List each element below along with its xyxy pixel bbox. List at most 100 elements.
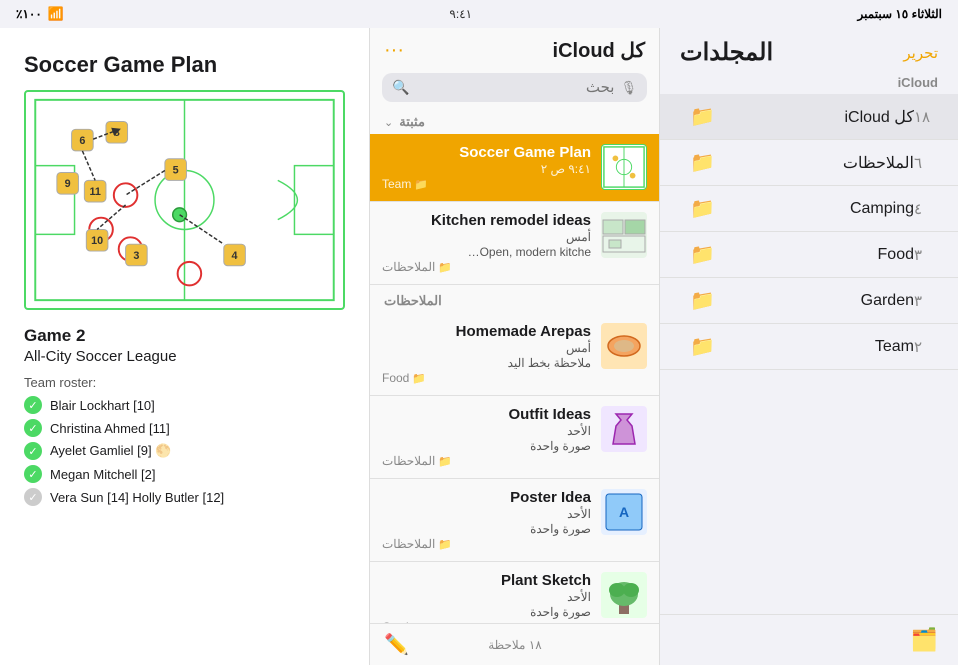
- note-thumb-soccer: [601, 144, 647, 190]
- folder-item-garden[interactable]: ٣ Garden 📁: [660, 278, 958, 324]
- note-item-folder-arepas: 📁 Food: [382, 371, 591, 385]
- note-thumb-poster: A: [601, 489, 647, 535]
- note-item-date-poster: الأحد: [382, 507, 591, 521]
- note-item-date-kitchen: أمس: [382, 230, 591, 244]
- pinned-section-header: مثبتة ⌄: [370, 110, 659, 134]
- note-item-arepas[interactable]: Homemade Arepas أمس ملاحظة بخط اليد 📁 Fo…: [370, 313, 659, 396]
- icloud-section-title: iCloud: [660, 73, 958, 94]
- battery-indicator: ٪۱۰۰: [16, 7, 42, 21]
- folder-name-camping: Camping: [715, 200, 914, 218]
- note-item-preview-poster: صورة واحدة: [382, 522, 591, 536]
- note-item-content-soccer: Soccer Game Plan ٩:٤١ ص ۲ 📁 Team: [382, 144, 591, 191]
- note-item-title-soccer: Soccer Game Plan: [382, 144, 591, 161]
- app-container: Soccer Game Plan 6 8: [0, 28, 958, 665]
- note-item-title-outfit: Outfit Ideas: [382, 406, 591, 423]
- folder-icon-garden: 📁: [690, 288, 715, 313]
- note-thumb-plant: [601, 572, 647, 618]
- svg-text:3: 3: [133, 250, 139, 262]
- note-league: All-City Soccer League: [24, 348, 345, 365]
- note-item-date-outfit: الأحد: [382, 424, 591, 438]
- status-bar-left: ٪۱۰۰ 📶: [16, 6, 64, 22]
- folder-name-all: كل iCloud: [715, 107, 914, 127]
- folder-icon-outfit: 📁: [438, 455, 452, 468]
- note-item-kitchen[interactable]: Kitchen remodel ideas أمس Open, modern k…: [370, 202, 659, 285]
- folder-icon-all: 📁: [690, 104, 715, 129]
- note-item-preview-plant: صورة واحدة: [382, 605, 591, 619]
- folder-count-team: ٢: [914, 338, 938, 356]
- folder-name-notes: الملاحظات: [715, 153, 914, 173]
- search-input[interactable]: [415, 79, 614, 96]
- note-item-folder-soccer: 📁 Team: [382, 177, 591, 191]
- folder-name-food: Food: [715, 246, 914, 264]
- note-item-content-poster: Poster Idea الأحد صورة واحدة 📁 الملاحظات: [382, 489, 591, 551]
- folder-item-all-icloud[interactable]: ١٨ كل iCloud 📁: [660, 94, 958, 140]
- new-folder-button[interactable]: 🗂️: [911, 627, 938, 653]
- note-panel: Soccer Game Plan 6 8: [0, 28, 370, 665]
- note-item-preview-outfit: صورة واحدة: [382, 439, 591, 453]
- folder-item-camping[interactable]: ٤ Camping 📁: [660, 186, 958, 232]
- player-name-4: Megan Mitchell [2]: [50, 467, 156, 482]
- folder-icon-notes: 📁: [690, 150, 715, 175]
- note-item-content-kitchen: Kitchen remodel ideas أمس Open, modern k…: [382, 212, 591, 274]
- check-icon-2: ✓: [24, 419, 42, 437]
- folder-icon-food: 📁: [690, 242, 715, 267]
- folder-icon-poster: 📁: [438, 538, 452, 551]
- player-name-5: Vera Sun [14] Holly Butler [12]: [50, 490, 224, 505]
- note-item-preview-arepas: ملاحظة بخط اليد: [382, 356, 591, 370]
- wifi-icon: 📶: [48, 6, 64, 22]
- folders-bottom-toolbar: 🗂️: [660, 614, 958, 665]
- svg-text:9: 9: [65, 178, 71, 190]
- folder-item-notes[interactable]: ٦ الملاحظات 📁: [660, 140, 958, 186]
- search-bar[interactable]: 🔍 🎙: [382, 73, 647, 102]
- new-note-button[interactable]: ✏️: [384, 632, 409, 657]
- folder-count-all: ١٨: [914, 108, 938, 126]
- note-item-plant[interactable]: Plant Sketch الأحد صورة واحدة 📁 Garden: [370, 562, 659, 623]
- svg-text:A: A: [619, 504, 629, 520]
- more-icon[interactable]: ···: [384, 39, 404, 62]
- note-item-outfit[interactable]: Outfit Ideas الأحد صورة واحدة 📁 الملاحظا…: [370, 396, 659, 479]
- player-name-1: Blair Lockhart [10]: [50, 398, 155, 413]
- note-item-date-soccer: ٩:٤١ ص ۲: [382, 162, 591, 176]
- roster-item-3: ✓ Ayelet Gamliel [9] 🌕: [24, 442, 345, 460]
- status-bar-time: ٩:٤١: [449, 7, 472, 21]
- check-icon-1: ✓: [24, 396, 42, 414]
- folder-item-team[interactable]: ٢ Team 📁: [660, 324, 958, 370]
- search-icon: 🔍: [392, 79, 409, 96]
- note-item-title-poster: Poster Idea: [382, 489, 591, 506]
- note-item-content-arepas: Homemade Arepas أمس ملاحظة بخط اليد 📁 Fo…: [382, 323, 591, 385]
- check-icon-4: ✓: [24, 465, 42, 483]
- folder-item-food[interactable]: ٣ Food 📁: [660, 232, 958, 278]
- edit-button[interactable]: تحرير: [903, 44, 938, 62]
- note-thumb-outfit: [601, 406, 647, 452]
- note-item-date-arepas: أمس: [382, 341, 591, 355]
- svg-text:6: 6: [79, 135, 85, 147]
- notes-list-panel: ··· كل iCloud 🔍 🎙 مثبتة ⌄: [370, 28, 660, 665]
- status-bar: ٪۱۰۰ 📶 ٩:٤١ الثلاثاء ١٥ سبتمبر: [0, 0, 958, 28]
- roster-label: Team roster:: [24, 375, 345, 390]
- roster-item-2: ✓ Christina Ahmed [11]: [24, 419, 345, 437]
- folder-icon-soccer: 📁: [414, 178, 428, 191]
- note-item-title-kitchen: Kitchen remodel ideas: [382, 212, 591, 229]
- mic-icon[interactable]: 🎙: [620, 80, 637, 96]
- note-item-soccer[interactable]: Soccer Game Plan ٩:٤١ ص ۲ 📁 Team: [370, 134, 659, 202]
- chevron-down-icon[interactable]: ⌄: [384, 116, 393, 129]
- notes-scroll-area[interactable]: Soccer Game Plan ٩:٤١ ص ۲ 📁 Team: [370, 134, 659, 623]
- svg-text:10: 10: [91, 235, 103, 247]
- folder-count-garden: ٣: [914, 292, 938, 310]
- pinned-label: مثبتة: [399, 114, 425, 130]
- folder-icon-team: 📁: [690, 334, 715, 359]
- note-item-preview-kitchen: Open, modern kitche…: [382, 245, 591, 259]
- roster-item-4: ✓ Megan Mitchell [2]: [24, 465, 345, 483]
- note-title: Soccer Game Plan: [24, 52, 345, 78]
- folders-panel-title: المجلدات: [680, 38, 773, 67]
- player-name-2: Christina Ahmed [11]: [50, 421, 170, 436]
- soccer-field-svg: 6 8 9 11 5 10 3 4: [26, 92, 343, 308]
- note-game-subtitle: Game 2: [24, 326, 345, 346]
- folder-icon-camping: 📁: [690, 196, 715, 221]
- svg-text:5: 5: [173, 164, 179, 176]
- folder-count-food: ٣: [914, 246, 938, 264]
- note-item-poster[interactable]: A Poster Idea الأحد صورة واحدة 📁 الملاحظ…: [370, 479, 659, 562]
- svg-text:4: 4: [232, 250, 238, 262]
- check-icon-5: ✓: [24, 488, 42, 506]
- check-icon-3: ✓: [24, 442, 42, 460]
